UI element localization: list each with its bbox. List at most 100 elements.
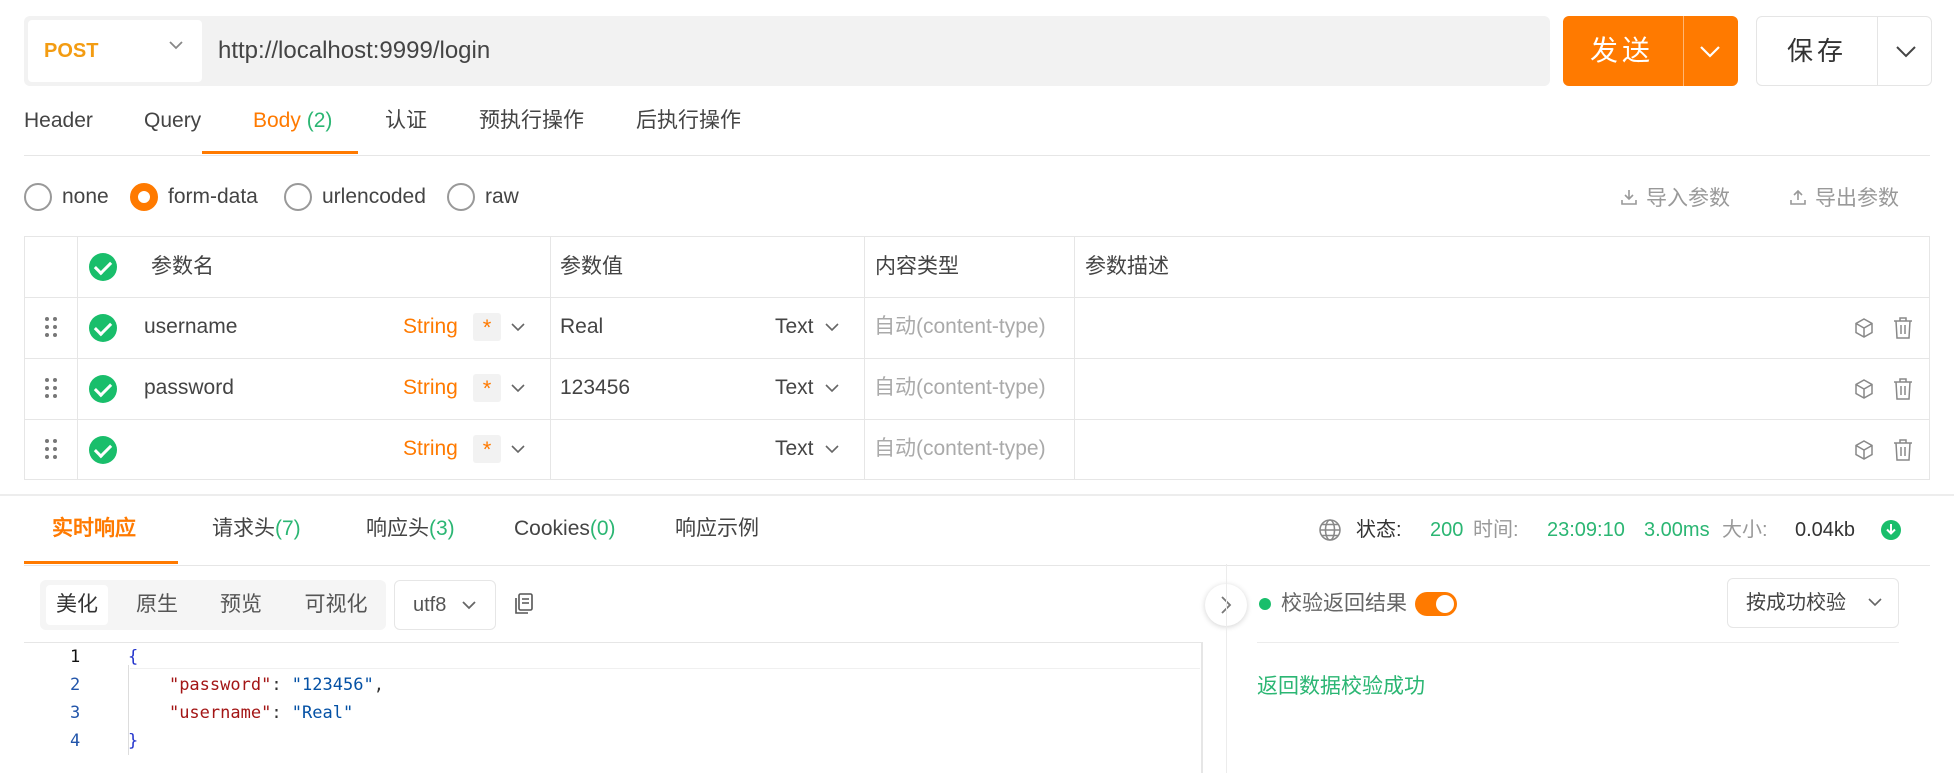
copy-icon[interactable] — [513, 592, 535, 616]
tab-post-script[interactable]: 后执行操作 — [636, 100, 741, 156]
param-type-select[interactable]: String — [403, 297, 458, 357]
chevron-down-icon[interactable] — [511, 445, 525, 454]
editor-scrollbar[interactable] — [1201, 642, 1203, 773]
url-input[interactable]: http://localhost:9999/login — [218, 16, 490, 86]
param-name-input[interactable]: username — [144, 297, 237, 357]
active-tab-underline — [24, 561, 178, 564]
save-label: 保存 — [1786, 36, 1847, 66]
required-toggle[interactable]: * — [473, 374, 501, 402]
response-duration: 3.00ms — [1644, 519, 1710, 541]
trash-icon[interactable] — [1892, 438, 1914, 462]
chevron-down-icon — [462, 601, 476, 610]
save-options-chevron-icon[interactable] — [1895, 42, 1917, 62]
trash-icon[interactable] — [1892, 316, 1914, 340]
request-tabs: Header Query Body (2) 认证 预执行操作 后执行操作 — [24, 100, 1930, 156]
radio-urlencoded[interactable]: urlencoded — [284, 180, 426, 214]
import-params-button[interactable]: 导入参数 — [1620, 180, 1730, 214]
radio-raw[interactable]: raw — [447, 180, 519, 214]
param-value-input[interactable]: 123456 — [560, 358, 630, 418]
trash-icon[interactable] — [1892, 377, 1914, 401]
chevron-down-icon[interactable] — [825, 445, 839, 454]
method-label: POST — [44, 39, 99, 62]
import-icon — [1621, 190, 1637, 205]
content-type-input[interactable]: 自动(content-type) — [874, 419, 1046, 479]
download-icon[interactable] — [1880, 519, 1902, 541]
radio-checked-icon — [130, 183, 158, 211]
params-table: 参数名 参数值 内容类型 参数描述 username String * Real… — [24, 236, 1930, 480]
param-value-input[interactable]: Real — [560, 297, 603, 357]
save-divider — [1877, 17, 1878, 85]
tab-query[interactable]: Query — [144, 100, 201, 156]
view-visualize[interactable]: 可视化 — [294, 585, 378, 625]
verify-mode-select[interactable]: 按成功校验 — [1727, 578, 1899, 628]
tab-cookies[interactable]: Cookies(0) — [514, 496, 616, 566]
verify-toggle[interactable] — [1415, 592, 1457, 616]
drag-handle-icon[interactable] — [45, 439, 59, 461]
tab-body[interactable]: Body (2) — [253, 100, 332, 156]
radio-form-data[interactable]: form-data — [130, 180, 258, 214]
chevron-down-icon[interactable] — [511, 323, 525, 332]
view-pretty[interactable]: 美化 — [46, 585, 108, 625]
code-line: "password": "123456", — [168, 675, 384, 695]
radio-circle-icon — [24, 183, 52, 211]
content-type-input[interactable]: 自动(content-type) — [874, 297, 1046, 357]
required-toggle[interactable]: * — [473, 435, 501, 463]
export-icon — [1790, 189, 1806, 205]
response-time: 23:09:10 — [1547, 519, 1625, 541]
send-divider — [1683, 16, 1684, 86]
line-number: 1 — [70, 647, 81, 667]
status-label: 状态: — [1356, 519, 1402, 541]
cube-icon[interactable] — [1853, 317, 1875, 339]
content-type-input[interactable]: 自动(content-type) — [874, 358, 1046, 418]
drag-handle-icon[interactable] — [45, 378, 59, 400]
row-checkbox[interactable] — [89, 436, 117, 464]
param-name-input[interactable]: password — [144, 358, 234, 418]
chevron-down-icon[interactable] — [511, 384, 525, 393]
value-type-select[interactable]: Text — [775, 297, 814, 357]
send-button[interactable]: 发送 — [1563, 16, 1738, 86]
param-type-select[interactable]: String — [403, 419, 458, 479]
verify-label: 校验返回结果 — [1281, 592, 1407, 615]
save-button[interactable]: 保存 — [1756, 16, 1932, 86]
code-viewer[interactable]: 1 2 3 4 { "password": "123456", "usernam… — [24, 642, 1202, 773]
status-code: 200 — [1430, 519, 1464, 541]
tab-response-headers[interactable]: 响应头(3) — [366, 496, 455, 566]
tab-request-headers[interactable]: 请求头(7) — [212, 496, 301, 566]
cube-icon[interactable] — [1853, 439, 1875, 461]
tab-auth[interactable]: 认证 — [385, 100, 427, 156]
header-param-name: 参数名 — [151, 255, 214, 278]
tab-realtime-response[interactable]: 实时响应 — [52, 496, 136, 566]
cube-icon[interactable] — [1853, 378, 1875, 400]
header-content-type: 内容类型 — [875, 255, 959, 278]
param-type-select[interactable]: String — [403, 358, 458, 418]
tab-response-example[interactable]: 响应示例 — [675, 496, 759, 566]
tab-pre-script[interactable]: 预执行操作 — [479, 100, 584, 156]
send-options-chevron-icon[interactable] — [1699, 40, 1721, 62]
globe-icon[interactable] — [1318, 518, 1342, 542]
row-checkbox[interactable] — [89, 375, 117, 403]
chevron-down-icon[interactable] — [825, 384, 839, 393]
required-toggle[interactable]: * — [473, 313, 501, 341]
radio-none[interactable]: none — [24, 180, 109, 214]
tab-header[interactable]: Header — [24, 100, 93, 156]
body-count: (2) — [306, 109, 333, 132]
response-size: 0.04kb — [1795, 519, 1856, 541]
verify-panel: 校验返回结果 按成功校验 返回数据校验成功 — [1226, 564, 1930, 773]
time-label: 时间: — [1473, 519, 1519, 541]
view-preview[interactable]: 预览 — [210, 585, 272, 625]
radio-circle-icon — [447, 183, 475, 211]
export-params-button[interactable]: 导出参数 — [1789, 180, 1899, 214]
active-tab-underline — [202, 151, 358, 154]
chevron-down-icon[interactable] — [825, 323, 839, 332]
line-number: 2 — [70, 675, 81, 695]
value-type-select[interactable]: Text — [775, 419, 814, 479]
row-checkbox[interactable] — [89, 314, 117, 342]
verify-result-text: 返回数据校验成功 — [1257, 675, 1425, 698]
line-number: 3 — [70, 703, 81, 723]
select-all-checkbox[interactable] — [89, 253, 117, 281]
drag-handle-icon[interactable] — [45, 317, 59, 339]
value-type-select[interactable]: Text — [775, 358, 814, 418]
view-raw[interactable]: 原生 — [126, 585, 188, 625]
method-select[interactable]: POST — [28, 20, 202, 82]
encoding-select[interactable]: utf8 — [394, 580, 496, 630]
